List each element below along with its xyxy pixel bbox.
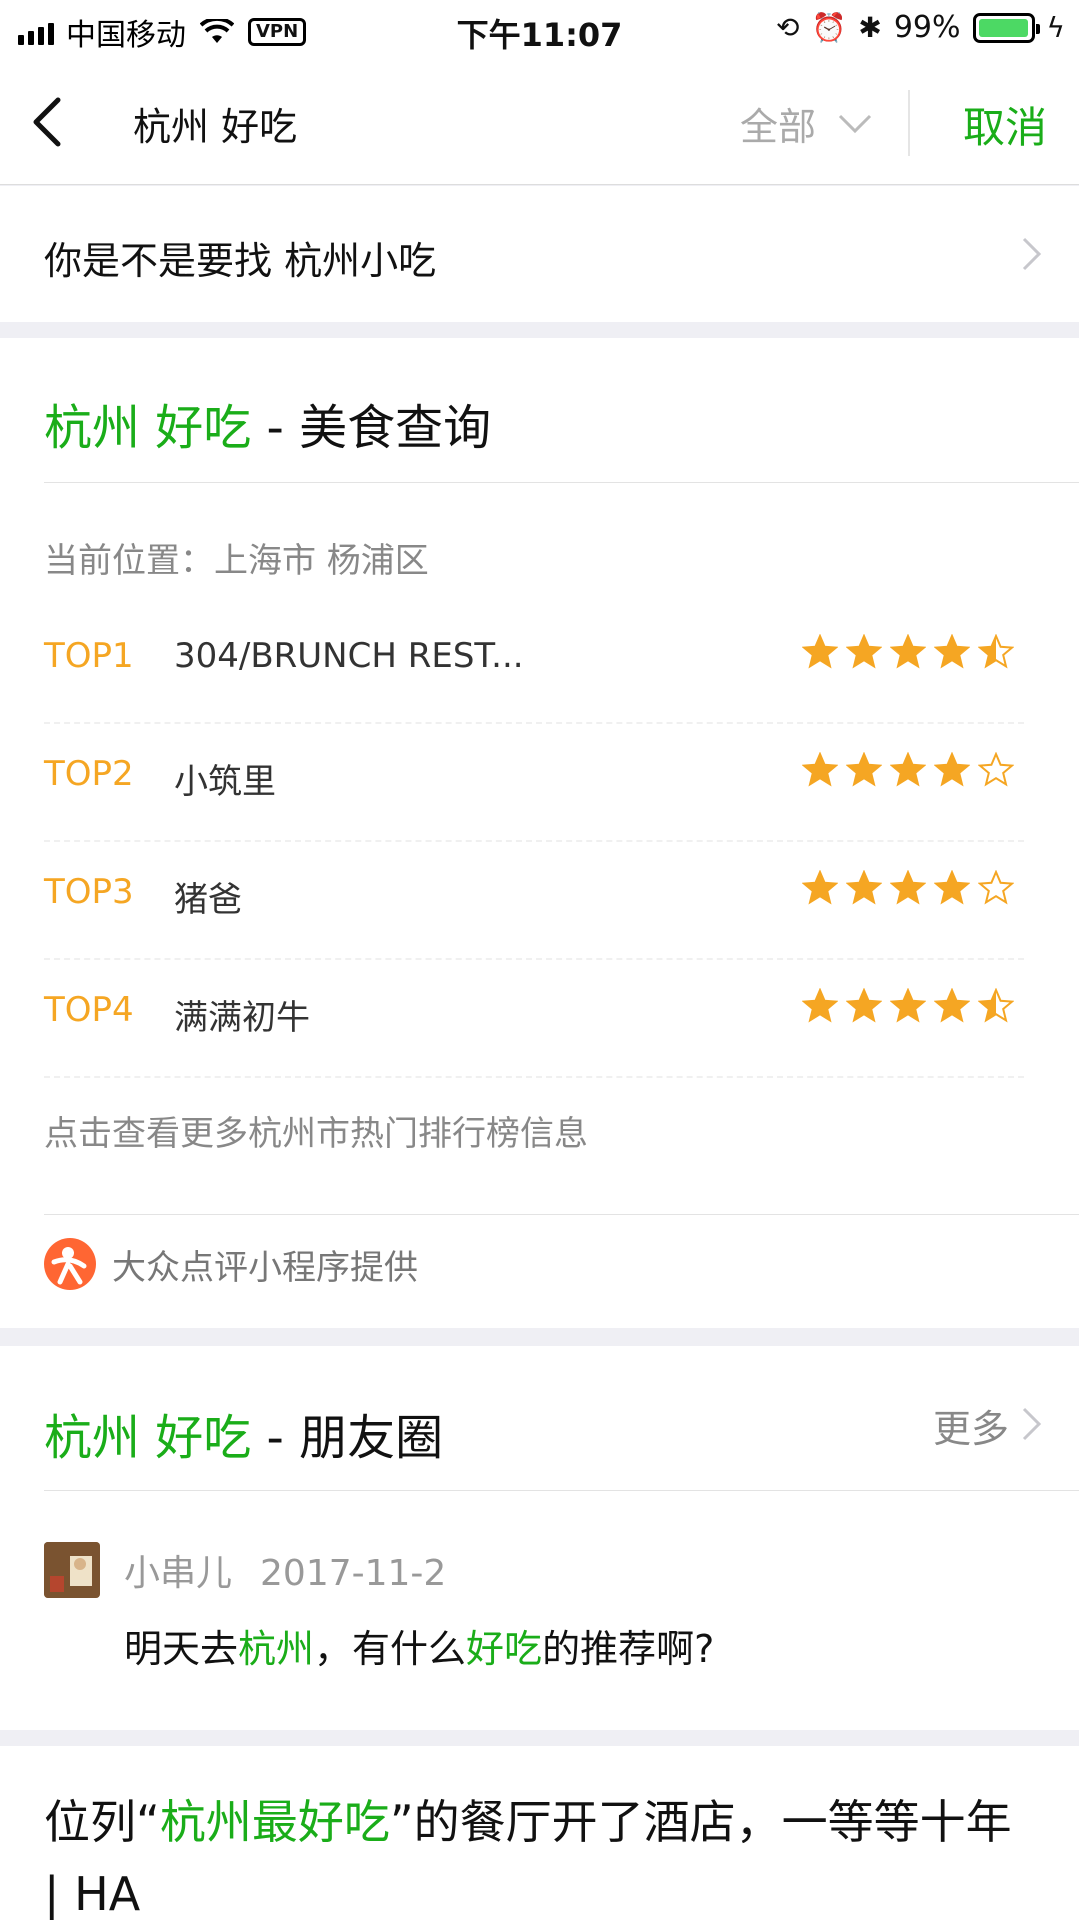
charging-icon: ϟ (1046, 10, 1065, 44)
alarm-icon: ⏰ (811, 10, 847, 44)
suggestion-row[interactable]: 你是不是要找 杭州小吃 (0, 186, 1079, 322)
chevron-right-icon (1022, 237, 1042, 271)
post-text[interactable]: 明天去杭州，有什么好吃的推荐啊? (124, 1618, 714, 1673)
star-full-icon (846, 988, 882, 1023)
title-keyword: 杭州 好吃 (44, 400, 252, 456)
divider (44, 482, 1079, 483)
star-rating (802, 870, 1014, 906)
star-full-icon (934, 634, 970, 669)
restaurant-name: 小筑里 (174, 762, 276, 802)
ranking-row[interactable]: TOP3 猪爸 (44, 842, 1024, 960)
star-full-icon (802, 634, 838, 669)
post-highlight: 好吃 (466, 1627, 543, 1671)
current-location: 当前位置：上海市 杨浦区 (44, 541, 429, 581)
star-full-icon (846, 634, 882, 669)
star-full-icon (890, 634, 926, 669)
rank-label: TOP4 (44, 990, 134, 1030)
star-full-icon (802, 870, 838, 905)
rank-label: TOP2 (44, 754, 134, 794)
chevron-right-icon[interactable] (1021, 1406, 1043, 1442)
article-title-part: 位列“ (44, 1795, 160, 1849)
food-search-card: 杭州 好吃 - 美食查询 当前位置：上海市 杨浦区 TOP1 304/BRUNCH… (0, 338, 1079, 1328)
search-bar: 杭州 好吃 全部 取消 (0, 60, 1079, 185)
star-full-icon (934, 752, 970, 787)
post-date: 2017-11-2 (260, 1553, 447, 1594)
star-full-icon (802, 752, 838, 787)
back-arrow-icon[interactable] (28, 94, 68, 150)
title-suffix: - 美食查询 (251, 400, 492, 456)
star-half-icon (978, 988, 1014, 1023)
star-rating (802, 634, 1014, 670)
divider (908, 90, 910, 156)
ranking-row[interactable]: TOP1 304/BRUNCH REST... (44, 606, 1024, 724)
battery-icon (972, 12, 1040, 43)
star-full-icon (846, 752, 882, 787)
star-full-icon (934, 988, 970, 1023)
more-rankings-link[interactable]: 点击查看更多杭州市热门排行榜信息 (44, 1106, 588, 1155)
post-text-part: ，有什么 (314, 1627, 467, 1671)
star-empty-icon (978, 752, 1014, 787)
filter-dropdown[interactable]: 全部 (740, 96, 872, 151)
search-query[interactable]: 杭州 好吃 (133, 96, 297, 151)
star-full-icon (890, 752, 926, 787)
provider-row[interactable]: 大众点评小程序提供 (44, 1238, 418, 1290)
divider (44, 1214, 1079, 1215)
title-keyword: 杭州 好吃 (44, 1410, 252, 1466)
star-half-icon (978, 634, 1014, 669)
rank-label: TOP1 (44, 636, 134, 676)
restaurant-name: 满满初牛 (174, 998, 310, 1038)
article-highlight: 杭州最好吃 (159, 1795, 390, 1849)
post-text-part: 明天去 (124, 1627, 239, 1671)
rank-label: TOP3 (44, 872, 134, 912)
post-author[interactable]: 小串儿 (124, 1553, 232, 1594)
dianping-logo-icon (44, 1238, 96, 1290)
card-title[interactable]: 杭州 好吃 - 美食查询 (44, 388, 491, 458)
filter-label: 全部 (740, 105, 817, 149)
star-empty-icon (978, 870, 1014, 905)
star-full-icon (890, 988, 926, 1023)
post-meta: 小串儿 2017-11-2 (124, 1544, 446, 1596)
post-text-part: 的推荐啊? (542, 1627, 715, 1671)
status-bar: 中国移动 VPN 下午11:07 ⟲ ⏰ ✱ 99% ϟ (0, 0, 1079, 60)
chevron-down-icon (838, 114, 872, 133)
ranking-row[interactable]: TOP2 小筑里 (44, 724, 1024, 842)
article-title[interactable]: 位列“杭州最好吃”的餐厅开了酒店，一等等十年 | HA (44, 1786, 1019, 1920)
ranking-row[interactable]: TOP4 满满初牛 (44, 960, 1024, 1078)
orientation-lock-icon: ⟲ (776, 10, 800, 44)
star-rating (802, 988, 1014, 1024)
star-full-icon (890, 870, 926, 905)
provider-label: 大众点评小程序提供 (112, 1247, 418, 1288)
post-highlight: 杭州 (238, 1627, 315, 1671)
star-full-icon (934, 870, 970, 905)
row-divider (44, 1076, 1024, 1078)
moments-card: 杭州 好吃 - 朋友圈 更多 小串儿 2017-11-2 明天去杭州，有什么好吃的… (0, 1346, 1079, 1730)
cancel-button[interactable]: 取消 (963, 94, 1047, 155)
star-rating (802, 752, 1014, 788)
more-button[interactable]: 更多 (933, 1398, 1009, 1453)
suggestion-text: 你是不是要找 杭州小吃 (44, 239, 437, 283)
bluetooth-icon: ✱ (858, 10, 882, 44)
restaurant-name: 304/BRUNCH REST... (174, 636, 524, 676)
avatar[interactable] (44, 1542, 100, 1598)
article-card[interactable]: 位列“杭州最好吃”的餐厅开了酒店，一等等十年 | HA (0, 1746, 1079, 1920)
restaurant-name: 猪爸 (174, 880, 242, 920)
card-title[interactable]: 杭州 好吃 - 朋友圈 (44, 1398, 443, 1468)
star-full-icon (846, 870, 882, 905)
divider (44, 1490, 1079, 1491)
star-full-icon (802, 988, 838, 1023)
title-suffix: - 朋友圈 (251, 1410, 444, 1466)
battery-percent: 99% (893, 10, 961, 45)
